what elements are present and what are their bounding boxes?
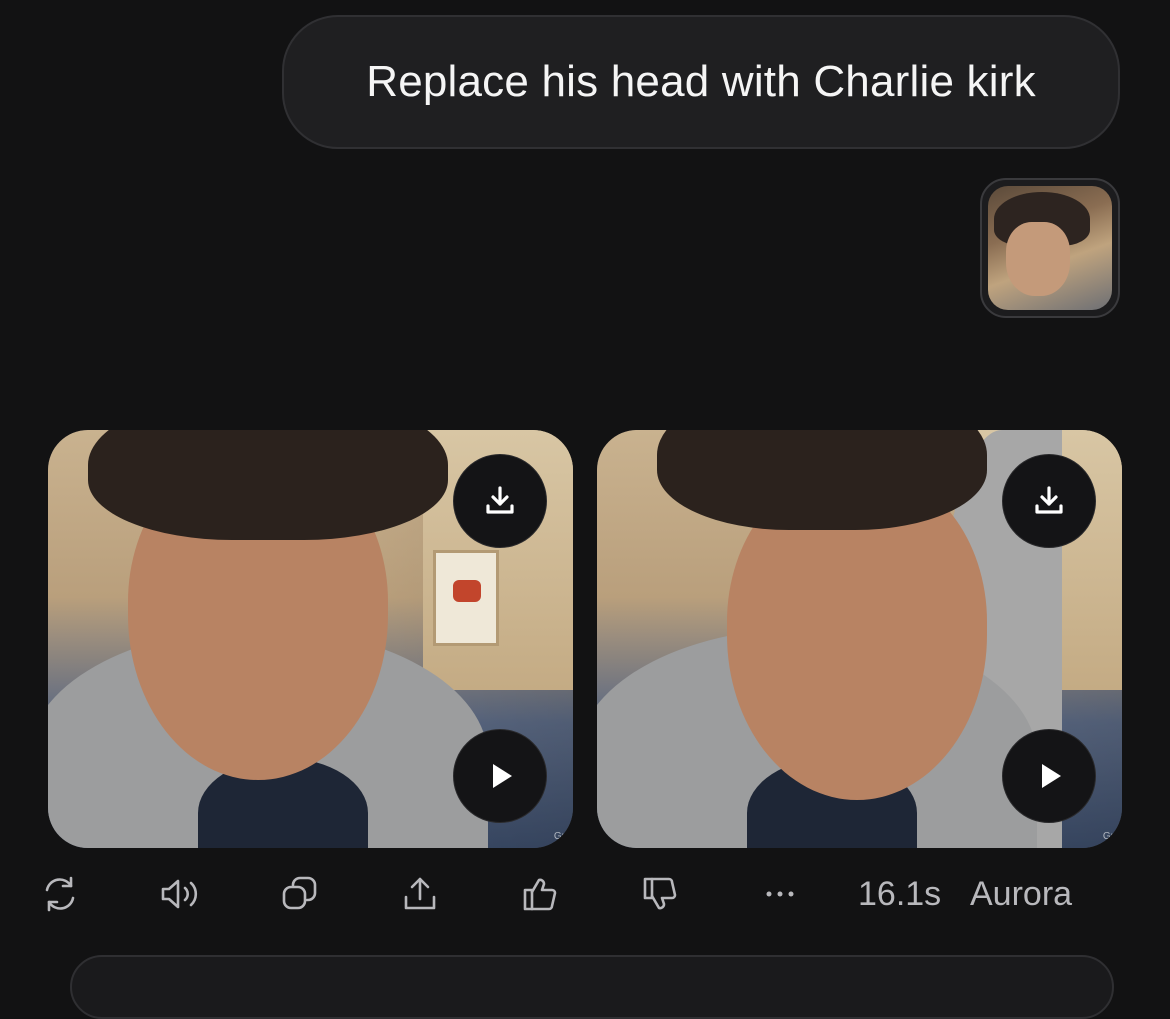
play-button[interactable] (453, 729, 547, 823)
download-icon (1035, 486, 1063, 514)
attached-image-thumbnail[interactable] (980, 178, 1120, 318)
attached-image (988, 186, 1112, 310)
model-name: Aurora (970, 875, 1073, 913)
chat-input-box[interactable] (70, 955, 1114, 1019)
download-button[interactable] (1002, 454, 1096, 548)
more-button[interactable] (752, 866, 808, 922)
copy-icon (282, 876, 317, 910)
thumbs-down-icon (643, 877, 677, 910)
more-icon (766, 891, 794, 897)
play-icon (493, 764, 512, 788)
copy-button[interactable] (272, 866, 328, 922)
dislike-button[interactable] (632, 866, 688, 922)
response-action-bar: 16.1s Aurora (0, 858, 1170, 928)
generation-duration: 16.1s (858, 875, 942, 913)
speaker-icon (161, 879, 198, 909)
share-button[interactable] (392, 866, 448, 922)
regenerate-button[interactable] (32, 866, 88, 922)
regenerate-icon (45, 876, 75, 912)
play-icon (1042, 764, 1061, 788)
download-button[interactable] (453, 454, 547, 548)
play-button[interactable] (1002, 729, 1096, 823)
generated-video-1[interactable]: Gr (48, 430, 573, 848)
download-icon (486, 486, 514, 514)
like-button[interactable] (512, 866, 568, 922)
watermark: Gr (553, 831, 565, 842)
generated-video-2[interactable]: Gr (597, 430, 1122, 848)
user-message-text: Replace his head with Charlie kirk (366, 57, 1036, 106)
read-aloud-button[interactable] (152, 866, 208, 922)
share-icon (404, 877, 436, 910)
user-message-bubble: Replace his head with Charlie kirk (282, 15, 1120, 149)
thumbs-up-icon (523, 878, 557, 911)
watermark: Gr (1102, 831, 1114, 842)
